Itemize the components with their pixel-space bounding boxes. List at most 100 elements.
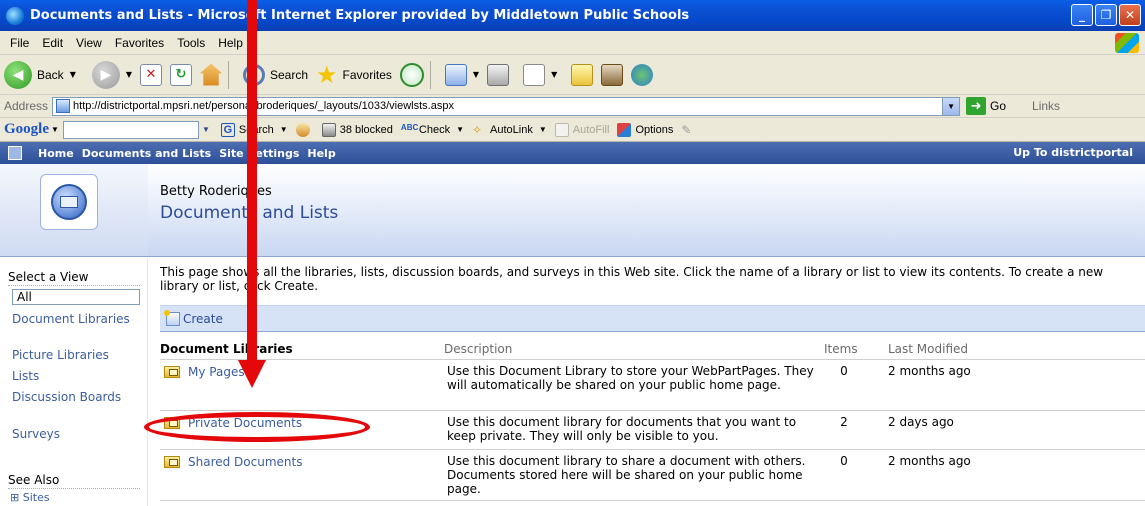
- go-arrow-icon[interactable]: ➜: [966, 97, 987, 115]
- view-picture-libraries[interactable]: Picture Libraries: [12, 349, 140, 362]
- windows-logo-icon: [1115, 33, 1139, 53]
- history-icon[interactable]: [399, 62, 424, 87]
- column-document-libraries: Document Libraries: [160, 342, 293, 356]
- google-logo[interactable]: Google: [4, 121, 49, 138]
- forward-arrow-icon[interactable]: ▶: [91, 60, 120, 89]
- document-library-icon: [164, 456, 180, 468]
- table-row: Shared Documents Use this document libra…: [160, 451, 1145, 501]
- site-header-left: [0, 164, 148, 256]
- autofill-icon: [554, 122, 569, 137]
- library-description: Use this document library to share a doc…: [447, 454, 806, 496]
- check-dropdown-icon[interactable]: ▼: [456, 125, 464, 134]
- highlight-button[interactable]: ✎: [681, 123, 699, 137]
- menu-favorites[interactable]: Favorites: [115, 36, 164, 50]
- address-bar: Address http://districtportal.mpsri.net/…: [0, 95, 1145, 118]
- close-button[interactable]: ✕: [1119, 4, 1141, 26]
- create-new-icon[interactable]: [164, 309, 180, 326]
- edit-word-icon[interactable]: [523, 63, 546, 86]
- research-icon[interactable]: [601, 63, 624, 86]
- maximize-button[interactable]: ❐: [1095, 4, 1117, 26]
- view-lists[interactable]: Lists: [12, 370, 140, 383]
- sharepoint-top-nav: Home Documents and Lists Site Settings H…: [0, 142, 1145, 164]
- see-also-heading: See Also: [8, 473, 140, 489]
- blocked-count: 38 blocked: [339, 123, 393, 136]
- menu-view[interactable]: View: [76, 36, 102, 50]
- menu-tools[interactable]: Tools: [177, 36, 205, 50]
- column-items: Items: [824, 342, 858, 356]
- favorites-star-icon[interactable]: ★: [316, 63, 338, 87]
- options-icon: [617, 122, 632, 137]
- check-label: Check: [418, 123, 451, 136]
- expand-icon: ⊞: [10, 491, 23, 504]
- discuss-icon[interactable]: [571, 63, 594, 86]
- links-button[interactable]: Links: [1032, 99, 1060, 113]
- library-description: Use this Document Library to store your …: [447, 364, 814, 392]
- see-also-sites[interactable]: ⊞ Sites: [10, 491, 138, 504]
- address-input[interactable]: http://districtportal.mpsri.net/personal…: [52, 96, 961, 116]
- library-link-shared-documents[interactable]: Shared Documents: [164, 455, 302, 469]
- table-header: Document Libraries Description Items Las…: [160, 340, 1145, 360]
- view-discussion-boards[interactable]: Discussion Boards: [12, 391, 140, 404]
- google-search-caret-icon[interactable]: ▼: [280, 125, 288, 134]
- mail-dropdown-icon[interactable]: ▼: [473, 70, 479, 79]
- google-search-dropdown-icon[interactable]: ▼: [199, 121, 213, 139]
- view-document-libraries[interactable]: Document Libraries: [12, 313, 140, 326]
- highlighter-pen-icon: ✎: [681, 122, 692, 137]
- minimize-button[interactable]: _: [1071, 4, 1093, 26]
- nav-documents-and-lists[interactable]: Documents and Lists: [82, 147, 212, 160]
- annotation-arrow-shaft: [247, 0, 257, 362]
- view-all-selected[interactable]: All: [12, 289, 140, 305]
- library-name[interactable]: My Pages: [188, 365, 245, 379]
- menu-file[interactable]: File: [10, 36, 29, 50]
- popup-blocker-button[interactable]: 38 blocked: [321, 122, 393, 137]
- up-to-portal-link[interactable]: Up To districtportal: [1013, 146, 1133, 159]
- library-link-my-pages[interactable]: My Pages: [164, 365, 245, 379]
- forward-dropdown-icon[interactable]: ▼: [126, 70, 132, 79]
- address-dropdown-icon[interactable]: ▼: [942, 97, 960, 115]
- autofill-button[interactable]: AutoFill: [554, 122, 609, 137]
- options-button[interactable]: Options: [617, 122, 674, 137]
- go-button[interactable]: Go: [990, 99, 1006, 113]
- edit-dropdown-icon[interactable]: ▼: [551, 70, 557, 79]
- site-logo-icon: [40, 174, 98, 230]
- print-icon[interactable]: [487, 63, 510, 86]
- search-button[interactable]: Search: [270, 68, 308, 82]
- site-header: Betty Roderiques Documents and Lists: [0, 164, 1145, 257]
- mail-icon[interactable]: [444, 63, 467, 86]
- spellcheck-icon: ABC: [400, 122, 419, 132]
- favorites-button[interactable]: Favorites: [343, 68, 392, 82]
- page-icon: [56, 99, 71, 113]
- autolink-button[interactable]: ✧ AutoLink ▼: [472, 123, 547, 137]
- options-label: Options: [635, 123, 674, 136]
- menu-edit[interactable]: Edit: [42, 36, 63, 50]
- sites-link-label: Sites: [22, 491, 50, 504]
- refresh-icon[interactable]: ↻: [170, 63, 192, 86]
- library-last-modified: 2 months ago: [888, 454, 971, 468]
- autolink-label: AutoLink: [490, 123, 533, 136]
- document-library-icon: [164, 366, 180, 378]
- column-description: Description: [444, 342, 513, 356]
- window-title: Documents and Lists - Microsoft Internet…: [30, 8, 690, 23]
- menu-help[interactable]: Help: [218, 36, 243, 50]
- google-menu-dropdown-icon[interactable]: ▼: [51, 125, 59, 134]
- view-surveys[interactable]: Surveys: [12, 428, 140, 441]
- library-name[interactable]: Shared Documents: [188, 455, 302, 469]
- nav-home[interactable]: Home: [38, 147, 74, 160]
- autolink-dropdown-icon[interactable]: ▼: [539, 125, 547, 134]
- stop-icon[interactable]: ✕: [140, 63, 162, 86]
- back-dropdown-icon[interactable]: ▼: [70, 70, 76, 79]
- back-arrow-icon[interactable]: ◀: [4, 60, 32, 89]
- nav-help[interactable]: Help: [307, 147, 335, 160]
- home-icon[interactable]: [200, 63, 222, 86]
- google-search-input[interactable]: [62, 120, 199, 139]
- create-button[interactable]: Create: [183, 312, 223, 326]
- intro-text: This page shows all the libraries, lists…: [160, 265, 1104, 293]
- pagerank-button[interactable]: [295, 122, 314, 137]
- spellcheck-button[interactable]: ABC Check ▼: [401, 123, 464, 137]
- nav-site-settings[interactable]: Site Settings: [219, 147, 299, 160]
- address-url[interactable]: http://districtportal.mpsri.net/personal…: [73, 100, 454, 112]
- toolbar-separator: [228, 60, 229, 89]
- back-button[interactable]: Back: [37, 68, 64, 82]
- main-content: This page shows all the libraries, lists…: [148, 258, 1145, 506]
- messenger-icon[interactable]: [631, 63, 654, 86]
